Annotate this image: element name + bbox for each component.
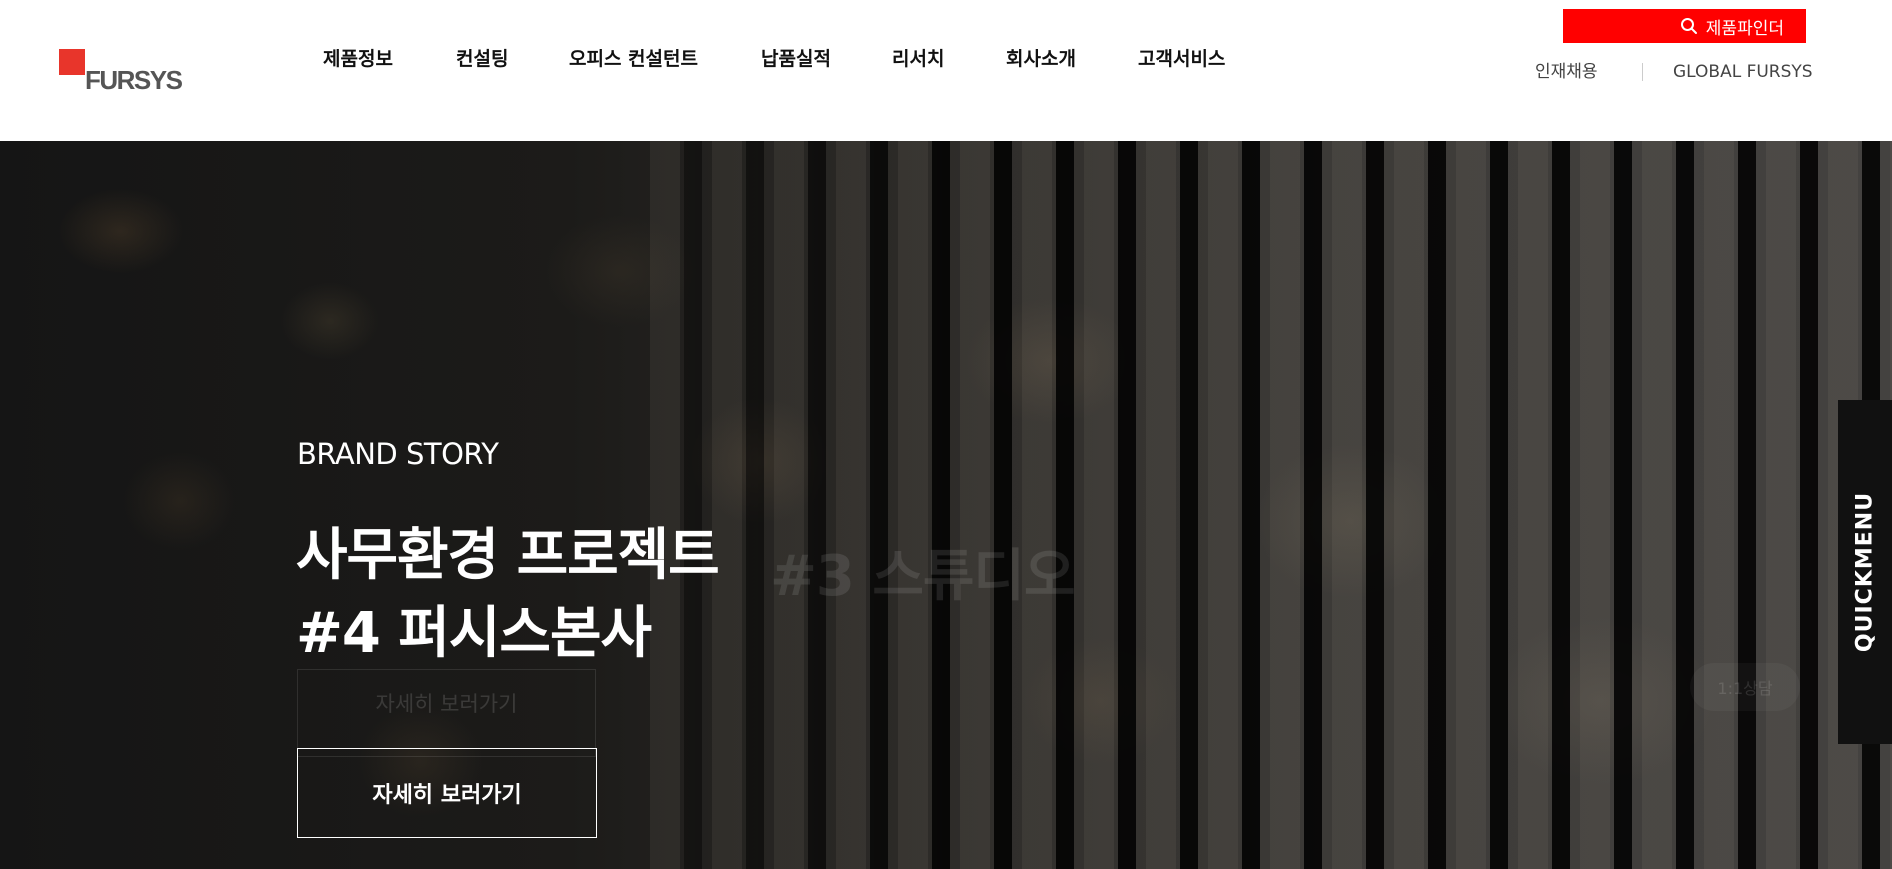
product-finder-label: 제품파인더 — [1705, 18, 1784, 39]
careers-link[interactable]: 인재채용 — [1535, 60, 1598, 84]
hero-category: BRAND STORY — [297, 437, 499, 471]
site-header: FURSYS 제품정보 컨설팅 오피스 컨설턴트 납품실적 리서치 회사소개 고… — [0, 0, 1892, 141]
logo-wordmark: FURSYS — [85, 65, 183, 95]
ghost-consult-chip: 1:1상담 — [1690, 663, 1800, 711]
quickmenu-tab[interactable]: QUICKMENU — [1838, 400, 1892, 744]
nav-item-references[interactable]: 납품실적 — [761, 46, 831, 72]
nav-item-customer-service[interactable]: 고객서비스 — [1138, 46, 1225, 72]
nav-item-consulting[interactable]: 컨설팅 — [456, 46, 508, 72]
hero-banner: #3 스튜디오 자세히 보러가기 1:1상담 BRAND STORY 사무환경 … — [0, 141, 1892, 869]
product-finder-button[interactable]: 제품파인더 — [1563, 9, 1806, 43]
global-fursys-link[interactable]: GLOBAL FURSYS — [1673, 60, 1813, 84]
fursys-logo[interactable]: FURSYS — [59, 49, 189, 97]
nav-item-research[interactable]: 리서치 — [892, 46, 944, 72]
quickmenu-label: QUICKMENU — [1852, 491, 1878, 653]
ghost-slide-button: 자세히 보러가기 — [297, 669, 596, 757]
view-details-button[interactable]: 자세히 보러가기 — [297, 748, 597, 838]
nav-item-about[interactable]: 회사소개 — [1006, 46, 1076, 72]
utility-divider — [1642, 63, 1643, 81]
hero-title: 사무환경 프로젝트 #4 퍼시스본사 — [296, 517, 720, 673]
ghost-slide-title: #3 스튜디오 — [770, 544, 1075, 609]
nav-item-products[interactable]: 제품정보 — [323, 46, 393, 72]
search-icon — [1680, 18, 1697, 34]
hero-title-line-1: 사무환경 프로젝트 — [296, 523, 720, 588]
hero-title-line-2: #4 퍼시스본사 — [296, 601, 652, 666]
hero-slat-shadows — [640, 141, 1892, 869]
logo-mark — [59, 49, 85, 75]
nav-item-office-consultant[interactable]: 오피스 컨설턴트 — [569, 46, 698, 72]
